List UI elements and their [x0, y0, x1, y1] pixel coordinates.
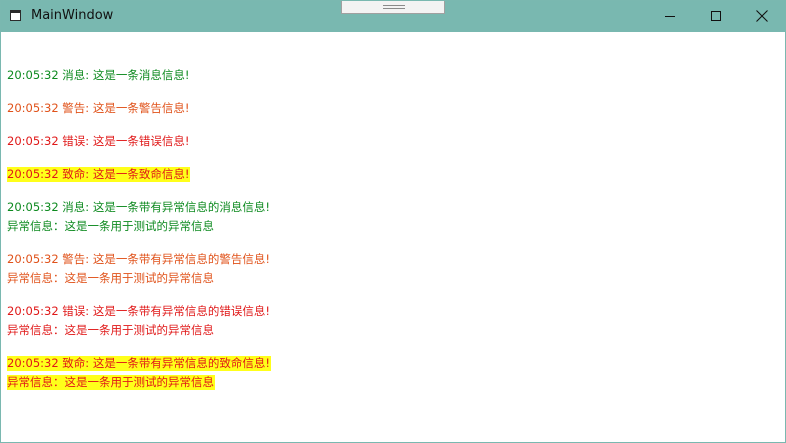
log-message: 20:05:32 消息: 这是一条消息信息!: [7, 68, 190, 82]
minimize-icon: [665, 16, 675, 17]
log-entry: 20:05:32 消息: 这是一条消息信息!: [7, 64, 777, 83]
window-title: MainWindow: [31, 8, 114, 23]
log-message: 20:05:32 错误: 这是一条错误信息!: [7, 134, 190, 148]
log-message: 20:05:32 警告: 这是一条警告信息!: [7, 101, 190, 115]
log-exception: 异常信息：这是一条用于测试的异常信息: [7, 323, 214, 337]
main-window: MainWindow 20:05:32 消息: 这是一条消息信息! 20:05:3…: [0, 0, 786, 443]
log-entry: 20:05:32 致命: 这是一条带有异常信息的致命信息! 异常信息：这是一条用于…: [7, 352, 777, 390]
log-message: 20:05:32 消息: 这是一条带有异常信息的消息信息!: [7, 200, 270, 214]
log-message: 20:05:32 致命: 这是一条致命信息!: [7, 167, 191, 182]
log-message: 20:05:32 错误: 这是一条带有异常信息的错误信息!: [7, 304, 270, 318]
minimize-button[interactable]: [647, 1, 693, 32]
close-button[interactable]: [739, 1, 785, 32]
log-exception: 异常信息：这是一条用于测试的异常信息: [7, 375, 215, 390]
drag-handle[interactable]: [341, 1, 445, 14]
log-entry: 20:05:32 错误: 这是一条错误信息!: [7, 130, 777, 149]
log-message: 20:05:32 致命: 这是一条带有异常信息的致命信息!: [7, 356, 271, 371]
log-output: 20:05:32 消息: 这是一条消息信息! 20:05:32 警告: 这是一条警…: [7, 64, 777, 404]
log-entry: 20:05:32 错误: 这是一条带有异常信息的错误信息! 异常信息：这是一条用于…: [7, 300, 777, 338]
log-entry: 20:05:32 警告: 这是一条带有异常信息的警告信息! 异常信息：这是一条用于…: [7, 248, 777, 286]
maximize-icon: [711, 11, 721, 21]
close-icon: [756, 10, 768, 22]
window-icon: [10, 10, 21, 21]
log-message: 20:05:32 警告: 这是一条带有异常信息的警告信息!: [7, 252, 270, 266]
maximize-button[interactable]: [693, 1, 739, 32]
log-entry: 20:05:32 警告: 这是一条警告信息!: [7, 97, 777, 116]
log-exception: 异常信息：这是一条用于测试的异常信息: [7, 271, 214, 285]
log-entry: 20:05:32 致命: 这是一条致命信息!: [7, 163, 777, 182]
title-bar[interactable]: MainWindow: [1, 1, 785, 32]
log-exception: 异常信息：这是一条用于测试的异常信息: [7, 219, 214, 233]
log-entry: 20:05:32 消息: 这是一条带有异常信息的消息信息! 异常信息：这是一条用于…: [7, 196, 777, 234]
